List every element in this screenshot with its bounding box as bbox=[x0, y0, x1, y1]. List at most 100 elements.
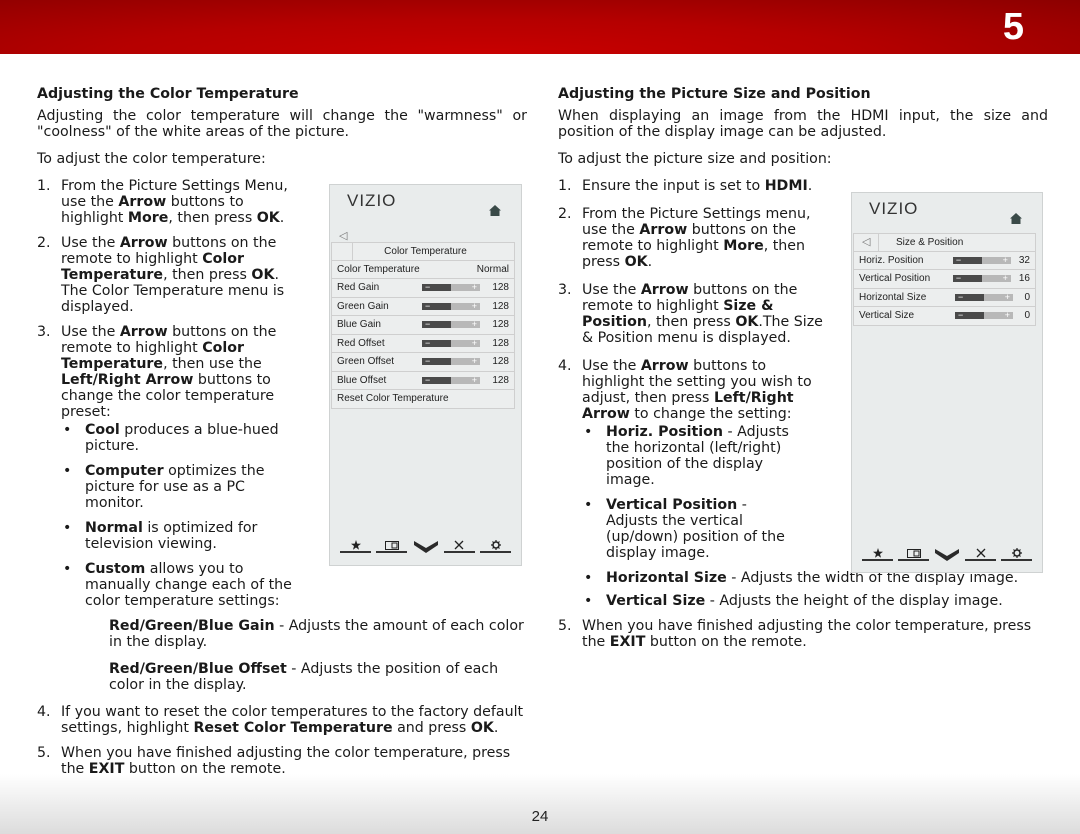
menu-row-label: Vertical Size bbox=[859, 310, 915, 322]
home-icon[interactable] bbox=[489, 205, 501, 216]
title-divider bbox=[878, 234, 879, 251]
tv-menu-size-position: VIZIO ◁ Size & Position Horiz. Position −… bbox=[851, 192, 1043, 573]
menu-title-row: Color Temperature bbox=[331, 242, 515, 261]
minus-icon: − bbox=[958, 291, 964, 302]
preset-cool: Cool produces a blue-hued picture. bbox=[61, 422, 302, 454]
value-slider[interactable]: − + bbox=[422, 356, 480, 366]
steps-list-continued: 4. If you want to reset the color tempera… bbox=[37, 704, 527, 777]
setting-term: Vertical Position bbox=[606, 497, 738, 513]
title-divider bbox=[352, 243, 353, 260]
step-number: 4. bbox=[37, 704, 51, 720]
value-slider[interactable]: − + bbox=[952, 255, 1011, 265]
menu-row-label: Color Temperature bbox=[337, 263, 420, 275]
value-slider[interactable]: − + bbox=[422, 375, 480, 385]
plain-text: . bbox=[493, 720, 499, 736]
close-icon bbox=[976, 548, 986, 558]
menu-row[interactable]: Blue Gain − +128 bbox=[331, 316, 515, 335]
menu-row-label: Green Gain bbox=[337, 300, 389, 312]
menu-title: Color Temperature bbox=[384, 245, 467, 257]
menu-row[interactable]: Green Gain − + 128 bbox=[331, 297, 515, 316]
custom-offset-desc: Red/Green/Blue Offset - Adjusts the posi… bbox=[37, 661, 527, 693]
menu-row[interactable]: Vertical Size − +0 bbox=[853, 307, 1036, 326]
plain-text: Use the bbox=[61, 324, 120, 340]
picture-nav-button[interactable] bbox=[376, 539, 408, 553]
menu-row-label: Horiz. Position bbox=[859, 254, 924, 266]
lead-paragraph: To adjust the picture size and position: bbox=[558, 151, 832, 167]
star-icon bbox=[350, 540, 361, 550]
setting-term: Vertical Size bbox=[606, 593, 706, 609]
nav-bar bbox=[340, 539, 511, 553]
chapter-header-bar: 5 bbox=[0, 0, 1080, 54]
step-text: From the Picture Settings Menu, use the … bbox=[61, 178, 288, 226]
step-text: Use the Arrow buttons on the remote to h… bbox=[582, 282, 823, 346]
menu-row[interactable]: Red Offset − + 128 bbox=[331, 334, 515, 353]
emphasis-text: More bbox=[127, 210, 169, 226]
plain-text: , then press bbox=[646, 314, 736, 330]
menu-row[interactable]: Green Offset − +128 bbox=[331, 353, 515, 372]
menu-row-label: Red Offset bbox=[337, 337, 385, 349]
menu-title-row: ◁ Size & Position bbox=[853, 233, 1036, 252]
menu-row-label: Blue Offset bbox=[337, 374, 387, 386]
menu-row[interactable]: Horiz. Position − +32 bbox=[853, 251, 1036, 270]
home-icon[interactable] bbox=[1010, 213, 1022, 224]
vizio-v-nav-button[interactable] bbox=[413, 539, 439, 553]
step-text: Use the Arrow buttons on the remote to h… bbox=[61, 235, 284, 315]
emphasis-text: Arrow bbox=[640, 282, 689, 298]
step-3: 3. Use the Arrow buttons on the remote to… bbox=[558, 282, 823, 346]
setting-term: Horizontal Size bbox=[606, 570, 727, 586]
minus-icon: − bbox=[958, 310, 964, 321]
menu-row[interactable]: Reset Color Temperature bbox=[331, 390, 515, 409]
value-slider[interactable]: − + bbox=[955, 310, 1013, 320]
value-slider[interactable]: − + bbox=[955, 292, 1013, 302]
gear-nav-button[interactable] bbox=[480, 539, 511, 553]
plus-icon: + bbox=[471, 374, 477, 385]
menu-row[interactable]: Horizontal Size − +0 bbox=[853, 288, 1036, 307]
preset-term: Normal bbox=[85, 520, 143, 536]
step-number: 2. bbox=[558, 206, 572, 222]
preset-list: Cool produces a blue-hued picture. Compu… bbox=[61, 422, 302, 609]
settings-list: Horiz. Position - Adjusts the horizontal… bbox=[582, 424, 1018, 609]
menu-rows: Horiz. Position − +32 Vertical Position − +16… bbox=[853, 251, 1036, 326]
picture-nav-button[interactable] bbox=[898, 547, 929, 561]
step-4: 4. If you want to reset the color tempera… bbox=[37, 704, 527, 736]
star-nav-button[interactable] bbox=[862, 547, 893, 561]
menu-row[interactable]: Color Temperature Normal bbox=[331, 260, 515, 279]
value-slider[interactable]: − + bbox=[422, 282, 480, 292]
value-slider[interactable]: − + bbox=[952, 273, 1011, 283]
star-nav-button[interactable] bbox=[340, 539, 371, 553]
menu-row[interactable]: Vertical Position − +16 bbox=[853, 270, 1036, 289]
emphasis-text: OK bbox=[624, 254, 648, 270]
step-4: 4. Use the Arrow buttons to highlight the… bbox=[558, 358, 1018, 609]
minus-icon: − bbox=[425, 282, 431, 293]
close-nav-button[interactable] bbox=[965, 547, 996, 561]
menu-row-label: Red Gain bbox=[337, 282, 380, 294]
step-number: 1. bbox=[558, 178, 572, 194]
menu-row-value: 128 bbox=[492, 300, 509, 312]
emphasis-text: Arrow bbox=[640, 358, 689, 374]
menu-row-value: 128 bbox=[492, 337, 509, 349]
section-heading-color-temperature: Adjusting the Color Temperature bbox=[37, 86, 299, 102]
menu-row-label: Horizontal Size bbox=[859, 291, 927, 303]
step-2: 2. Use the Arrow buttons on the remote to… bbox=[37, 235, 302, 315]
plus-icon: + bbox=[1002, 254, 1008, 265]
menu-row[interactable]: Blue Offset − +128 bbox=[331, 371, 515, 390]
menu-row[interactable]: Red Gain − +128 bbox=[331, 279, 515, 298]
value-slider[interactable]: − + bbox=[422, 301, 480, 311]
close-nav-button[interactable] bbox=[443, 539, 475, 553]
vizio-v-nav-button[interactable] bbox=[934, 547, 960, 561]
value-slider[interactable]: − + bbox=[422, 319, 480, 329]
minus-icon: − bbox=[955, 273, 962, 284]
setting-desc: - Adjusts the height of the display imag… bbox=[705, 593, 1003, 609]
setting-vertical-size: Vertical Size - Adjusts the height of th… bbox=[582, 593, 1052, 609]
value-slider[interactable]: − + bbox=[422, 338, 480, 348]
page-footer bbox=[0, 774, 1080, 834]
gear-nav-button[interactable] bbox=[1001, 547, 1032, 561]
preset-term: Custom bbox=[85, 561, 146, 577]
vizio-v-icon bbox=[413, 541, 438, 553]
custom-term: Red/Green/Blue Gain bbox=[109, 618, 275, 634]
step-text: Use the Arrow buttons on the remote to h… bbox=[61, 324, 276, 420]
back-arrow-icon[interactable]: ◁ bbox=[862, 234, 870, 251]
back-arrow-icon[interactable]: ◁ bbox=[339, 229, 347, 242]
emphasis-text: Arrow bbox=[639, 222, 688, 238]
plus-icon: + bbox=[471, 337, 477, 348]
